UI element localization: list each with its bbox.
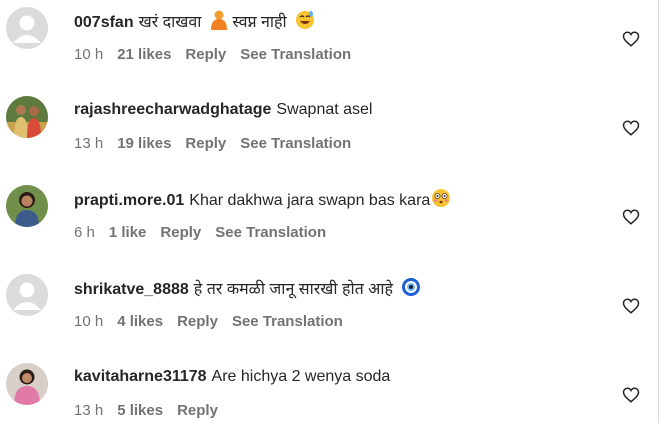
avatar[interactable] (6, 7, 48, 49)
reply-button[interactable]: Reply (185, 135, 226, 152)
reply-button[interactable]: Reply (177, 313, 218, 330)
likes-count[interactable]: 1 like (109, 224, 147, 241)
comment-time: 6 h (74, 224, 95, 241)
avatar[interactable] (6, 363, 48, 405)
see-translation-button[interactable]: See Translation (240, 46, 351, 63)
comment-time: 10 h (74, 313, 104, 330)
likes-count[interactable]: 5 likes (117, 402, 163, 419)
avatar[interactable] (6, 185, 48, 227)
comment-text: Are hichya 2 wenya soda (211, 368, 391, 385)
comment-meta: 6 h 1 like Reply See Translation (74, 223, 340, 243)
comment-item: rajashreecharwadghatage Swapnat asel 13 h… (0, 89, 658, 178)
comment-meta: 13 h 19 likes Reply See Translation (74, 134, 365, 154)
likes-count[interactable]: 19 likes (117, 135, 171, 152)
see-translation-button[interactable]: See Translation (232, 313, 343, 330)
comment-time: 13 h (74, 135, 104, 152)
comment-meta: 10 h 4 likes Reply See Translation (74, 312, 357, 332)
avatar[interactable] (6, 96, 48, 138)
default-avatar-icon (6, 7, 48, 49)
avatar[interactable] (6, 274, 48, 316)
comment-text-after: स्वप्न नाही (232, 14, 287, 31)
smiling-face-icon (296, 11, 315, 29)
comment-username[interactable]: shrikatve_8888 (74, 281, 189, 298)
comment-line: 007sfan खरं दाखवा स्वप्न नाही (74, 10, 315, 34)
comment-time: 13 h (74, 402, 104, 419)
woman-pink-photo-icon (6, 363, 48, 405)
comment-username[interactable]: 007sfan (74, 14, 134, 31)
comment-item: 007sfan खरं दाखवा स्वप्न नाही 10 h 21 like… (0, 0, 658, 89)
comment-line: prapti.more.01 Khar dakhwa jara swapn bas… (74, 188, 451, 212)
reply-button[interactable]: Reply (185, 46, 226, 63)
comment-meta: 10 h 21 likes Reply See Translation (74, 45, 365, 65)
comment-text: Swapnat asel (276, 101, 373, 118)
nazar-amulet-icon (402, 278, 421, 296)
person-icon (210, 10, 227, 30)
woman-photo-icon (6, 185, 48, 227)
likes-count[interactable]: 21 likes (117, 46, 171, 63)
heart-icon[interactable] (622, 386, 640, 404)
comment-time: 10 h (74, 46, 104, 63)
comment-line: rajashreecharwadghatage Swapnat asel (74, 99, 372, 121)
comment-username[interactable]: prapti.more.01 (74, 192, 184, 209)
comment-username[interactable]: rajashreecharwadghatage (74, 101, 271, 118)
comment-text: हे तर कमळी जानू सारखी होत आहे (193, 281, 393, 298)
likes-count[interactable]: 4 likes (117, 313, 163, 330)
reply-button[interactable]: Reply (177, 402, 218, 419)
see-translation-button[interactable]: See Translation (240, 135, 351, 152)
heart-icon[interactable] (622, 30, 640, 48)
flushed-face-icon (432, 189, 451, 207)
couple-photo-icon (6, 96, 48, 138)
see-translation-button[interactable]: See Translation (215, 224, 326, 241)
comment-username[interactable]: kavitaharne31178 (74, 368, 207, 385)
comment-text: खरं दाखवा (138, 14, 202, 31)
comment-item: kavitaharne31178 Are hichya 2 wenya soda … (0, 356, 658, 423)
heart-icon[interactable] (622, 297, 640, 315)
comment-text: Khar dakhwa jara swapn bas kara (189, 192, 431, 209)
heart-icon[interactable] (622, 208, 640, 226)
comment-meta: 13 h 5 likes Reply (74, 401, 232, 421)
default-avatar-icon (6, 274, 48, 316)
comment-item: shrikatve_8888 हे तर कमळी जानू सारखी होत … (0, 267, 658, 356)
heart-icon[interactable] (622, 119, 640, 137)
reply-button[interactable]: Reply (160, 224, 201, 241)
comment-line: kavitaharne31178 Are hichya 2 wenya soda (74, 366, 390, 388)
comment-line: shrikatve_8888 हे तर कमळी जानू सारखी होत … (74, 277, 421, 301)
comment-item: prapti.more.01 Khar dakhwa jara swapn bas… (0, 178, 658, 267)
